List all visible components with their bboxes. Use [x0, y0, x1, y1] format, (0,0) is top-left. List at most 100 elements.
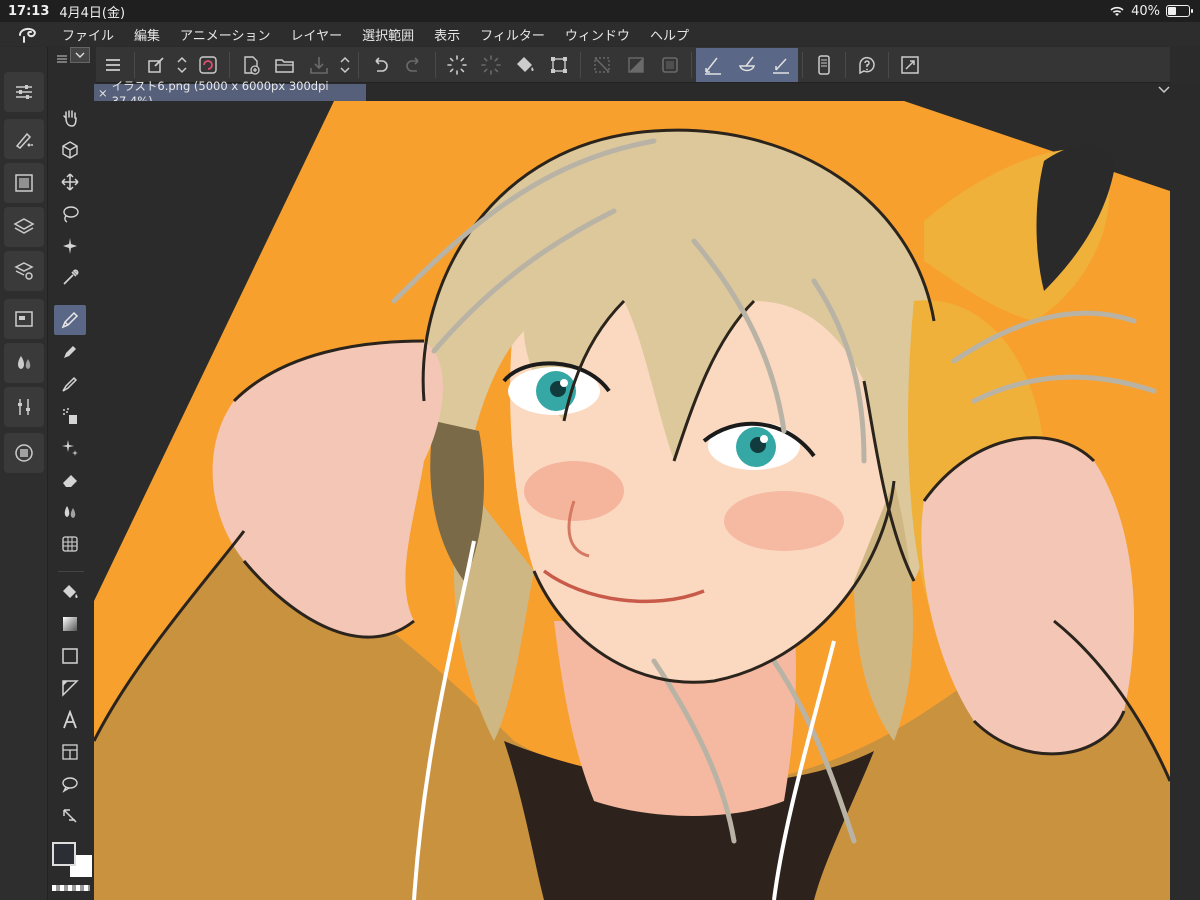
menu-bar: ファイル 編集 アニメーション レイヤー 選択範囲 表示 フィルター ウィンドウ… [0, 22, 1200, 46]
mesh-tool[interactable] [54, 529, 86, 559]
undo-icon [375, 56, 388, 72]
canvas-area[interactable] [94, 101, 1170, 900]
pen-mode-1-icon [705, 57, 721, 75]
stepper-icon [340, 56, 350, 73]
new-canvas-button[interactable] [234, 48, 268, 82]
menu-layer[interactable]: レイヤー [291, 25, 343, 44]
lasso-select-icon [63, 206, 79, 223]
tool-dropdown-button[interactable] [70, 47, 90, 63]
pen-mode-1-button[interactable] [696, 47, 730, 82]
eyedropper-icon [63, 269, 79, 285]
open-folder-button[interactable] [268, 48, 302, 82]
menu-view[interactable]: 表示 [434, 25, 460, 44]
select-fill-button[interactable] [474, 48, 508, 82]
tab-list-button[interactable] [1158, 83, 1170, 97]
rectangle-tool[interactable] [54, 641, 86, 671]
status-right: 40% [1109, 4, 1193, 19]
text-tool[interactable] [54, 705, 86, 735]
toolbar-separator [802, 51, 803, 78]
sub-view-icon [15, 311, 33, 327]
status-bar: 17:13 4月4日(金) 40% [0, 0, 1200, 22]
menu-animation[interactable]: アニメーション [180, 25, 270, 44]
3d-object-tool[interactable] [54, 135, 86, 165]
fill-bucket-button[interactable] [508, 48, 542, 82]
layer-property-icon [14, 262, 34, 280]
material-button[interactable] [4, 433, 44, 473]
correct-line-tool[interactable] [54, 801, 86, 831]
menu-edit[interactable]: 編集 [134, 25, 160, 44]
save-button[interactable] [302, 48, 336, 82]
airbrush-tool[interactable] [54, 401, 86, 431]
color-mix-button[interactable] [4, 343, 44, 383]
tab-close-icon[interactable]: × [98, 86, 108, 100]
toolbar-separator [229, 51, 230, 78]
blend-tool[interactable] [54, 497, 86, 527]
undo-button[interactable] [363, 48, 397, 82]
brush-tool[interactable] [54, 369, 86, 399]
help-icon [859, 56, 875, 74]
deselect-button[interactable] [585, 48, 619, 82]
balloon-icon [62, 777, 78, 793]
eyedropper-tool[interactable] [54, 263, 86, 293]
help-button[interactable] [850, 48, 884, 82]
smartphone-button[interactable] [807, 48, 841, 82]
gradient-icon [63, 617, 77, 631]
rotate-button[interactable] [191, 48, 225, 82]
eye-highlight-left [560, 379, 568, 387]
menu-help[interactable]: ヘルプ [650, 25, 689, 44]
app-logo-icon[interactable] [14, 24, 42, 44]
move-icon [61, 173, 79, 191]
gradient-tool[interactable] [54, 609, 86, 639]
tool-list-icon[interactable] [56, 49, 68, 63]
pen-tool[interactable] [54, 305, 86, 335]
menu-file[interactable]: ファイル [62, 25, 114, 44]
layer-property-button[interactable] [4, 251, 44, 291]
fullscreen-button[interactable] [893, 48, 927, 82]
brush-size-button[interactable] [4, 119, 44, 159]
lasso-select-tool[interactable] [54, 199, 86, 229]
cheek-blush-right [724, 491, 844, 551]
layers-button[interactable] [4, 207, 44, 247]
pen-mode-3-button[interactable] [764, 47, 798, 82]
document-tab[interactable]: × イラスト6.png (5000 x 6000px 300dpi 37.4%) [94, 79, 366, 108]
canvas-vertical-scroll-area[interactable] [1170, 101, 1200, 900]
text-icon [63, 710, 77, 729]
transparent-color-chip[interactable] [52, 885, 90, 891]
color-adjust-button[interactable] [4, 387, 44, 427]
fill-tool[interactable] [54, 577, 86, 607]
menu-selection[interactable]: 選択範囲 [362, 25, 414, 44]
ruler-tool[interactable] [54, 673, 86, 703]
magic-wand-tool[interactable] [54, 231, 86, 261]
tool-property-button[interactable] [4, 72, 44, 112]
edit-stepper[interactable] [173, 48, 191, 82]
menu-filter[interactable]: フィルター [480, 25, 545, 44]
menu-button[interactable] [96, 48, 130, 82]
ruler-icon [62, 680, 79, 697]
pen-mode-2-button[interactable] [730, 47, 764, 82]
artwork-canvas[interactable] [94, 101, 1170, 900]
redo-icon [406, 56, 419, 72]
battery-icon [1166, 5, 1193, 17]
save-stepper[interactable] [336, 48, 354, 82]
sub-view-button[interactable] [4, 299, 44, 339]
frame-tool[interactable] [54, 737, 86, 767]
redo-button[interactable] [397, 48, 431, 82]
menu-window[interactable]: ウィンドウ [565, 25, 630, 44]
selection-border-button[interactable] [653, 48, 687, 82]
move-tool[interactable] [54, 167, 86, 197]
main-color-chip[interactable] [52, 842, 76, 866]
decoration-tool[interactable] [54, 433, 86, 463]
chevron-down-icon [1158, 86, 1170, 94]
cheek-blush [524, 461, 624, 521]
hand-tool[interactable] [54, 103, 86, 133]
eraser-tool[interactable] [54, 465, 86, 495]
edit-button[interactable] [139, 48, 173, 82]
correct-line-icon [63, 809, 77, 823]
pencil-tool[interactable] [54, 337, 86, 367]
transform-button[interactable] [542, 48, 576, 82]
status-time: 17:13 [8, 3, 50, 19]
navigator-button[interactable] [4, 163, 44, 203]
select-auto-button[interactable] [440, 48, 474, 82]
invert-selection-button[interactable] [619, 48, 653, 82]
balloon-tool[interactable] [54, 769, 86, 799]
